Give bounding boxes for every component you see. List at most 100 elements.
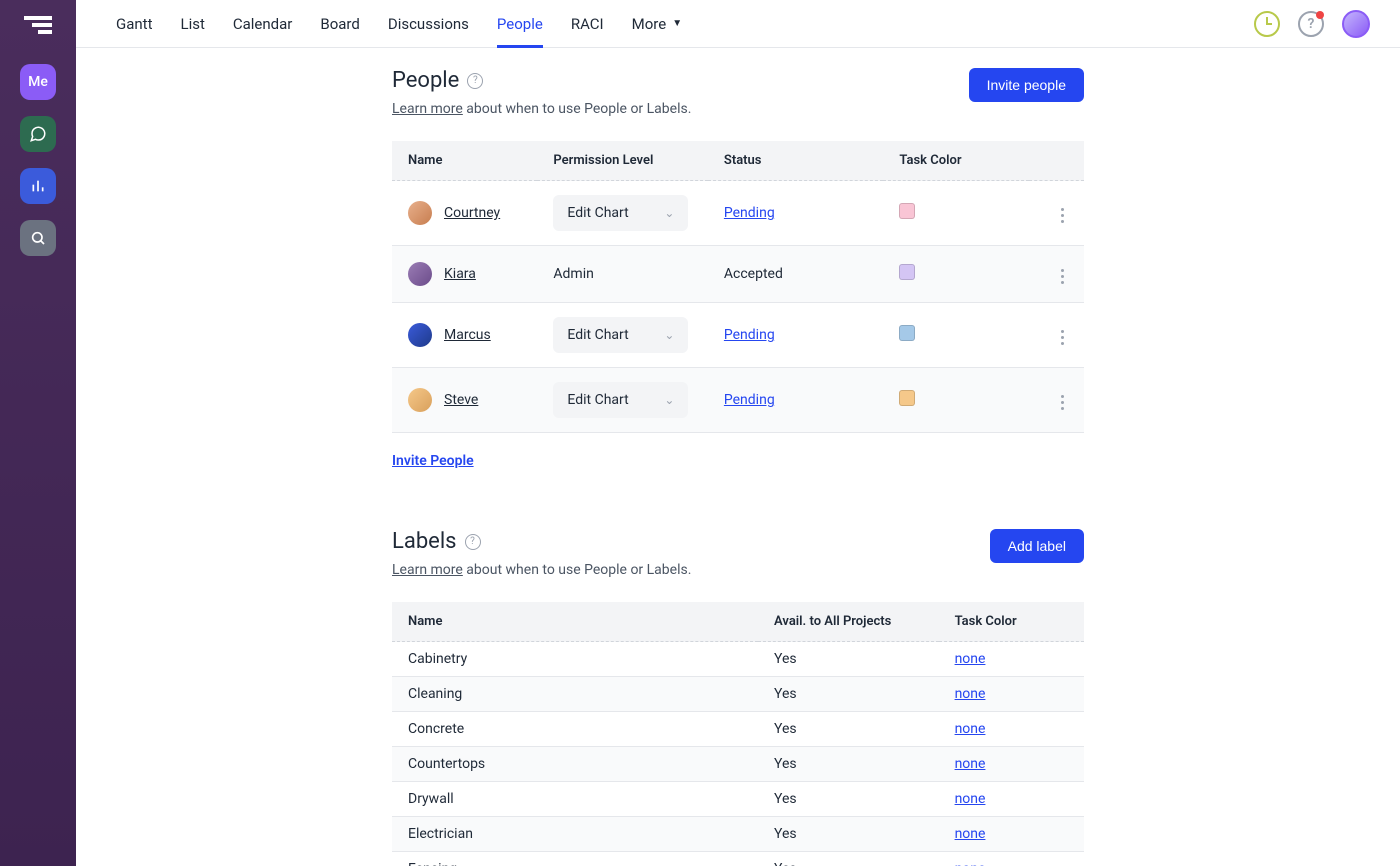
permission-select[interactable]: Edit Chart⌄	[553, 382, 688, 418]
label-avail: Yes	[774, 826, 797, 842]
labels-title: Labels ?	[392, 529, 691, 554]
nav-tab-people[interactable]: People	[497, 0, 543, 47]
label-color-link[interactable]: none	[955, 756, 986, 772]
search-icon	[30, 230, 46, 246]
people-row: Marcus Edit Chart⌄ Pending	[392, 303, 1084, 368]
more-menu-icon[interactable]	[1057, 391, 1068, 414]
task-color-swatch[interactable]	[899, 325, 915, 341]
label-name: Cabinetry	[408, 651, 467, 667]
chevron-down-icon: ⌄	[664, 206, 674, 220]
task-color-swatch[interactable]	[899, 203, 915, 219]
help-icon[interactable]: ?	[1298, 11, 1324, 37]
nav-tab-calendar[interactable]: Calendar	[233, 0, 293, 47]
label-avail: Yes	[774, 721, 797, 737]
label-row: Cleaning Yes none	[392, 677, 1084, 712]
people-row: Courtney Edit Chart⌄ Pending	[392, 181, 1084, 246]
person-avatar[interactable]	[408, 323, 432, 347]
label-name: Cleaning	[408, 686, 462, 702]
label-color-link[interactable]: none	[955, 791, 986, 807]
person-status: Accepted	[724, 266, 783, 282]
person-name-link[interactable]: Kiara	[444, 266, 476, 282]
notification-dot	[1316, 11, 1324, 19]
person-name-link[interactable]: Courtney	[444, 205, 500, 221]
task-color-swatch[interactable]	[899, 264, 915, 280]
person-status[interactable]: Pending	[724, 327, 775, 343]
person-name-link[interactable]: Steve	[444, 392, 478, 408]
label-color-link[interactable]: none	[955, 721, 986, 737]
person-avatar[interactable]	[408, 388, 432, 412]
more-menu-icon[interactable]	[1057, 204, 1068, 227]
label-row: Countertops Yes none	[392, 747, 1084, 782]
sidebar-reports-button[interactable]	[20, 168, 56, 204]
label-avail: Yes	[774, 861, 797, 866]
label-avail: Yes	[774, 651, 797, 667]
invite-people-link[interactable]: Invite People	[392, 453, 474, 469]
label-row: Drywall Yes none	[392, 782, 1084, 817]
label-row: Cabinetry Yes none	[392, 642, 1084, 677]
sidebar-search-button[interactable]	[20, 220, 56, 256]
label-color-link[interactable]: none	[955, 861, 986, 866]
sidebar-me-button[interactable]: Me	[20, 64, 56, 100]
sidebar-chat-button[interactable]	[20, 116, 56, 152]
user-avatar[interactable]	[1342, 10, 1370, 38]
label-row: Fencing Yes none	[392, 852, 1084, 866]
more-menu-icon[interactable]	[1057, 265, 1068, 288]
permission-text: Admin	[553, 256, 593, 292]
labels-help-icon[interactable]: ?	[465, 534, 481, 550]
people-col-header: Status	[708, 141, 884, 181]
chevron-down-icon: ▼	[672, 18, 682, 29]
nav-tab-discussions[interactable]: Discussions	[388, 0, 469, 47]
person-avatar[interactable]	[408, 262, 432, 286]
nav-tab-more[interactable]: More▼	[632, 0, 682, 47]
person-name-link[interactable]: Marcus	[444, 327, 491, 343]
sidebar: Me	[0, 0, 76, 866]
people-help-icon[interactable]: ?	[467, 73, 483, 89]
label-avail: Yes	[774, 756, 797, 772]
people-subtitle: Learn more about when to use People or L…	[392, 101, 691, 117]
people-col-header: Name	[392, 141, 537, 181]
label-avail: Yes	[774, 686, 797, 702]
chevron-down-icon: ⌄	[664, 328, 674, 342]
nav-tab-board[interactable]: Board	[320, 0, 359, 47]
label-name: Electrician	[408, 826, 473, 842]
nav-tab-raci[interactable]: RACI	[571, 0, 604, 47]
label-color-link[interactable]: none	[955, 686, 986, 702]
labels-col-header: Avail. to All Projects	[758, 602, 939, 642]
nav-tab-list[interactable]: List	[180, 0, 204, 47]
permission-select[interactable]: Edit Chart⌄	[553, 195, 688, 231]
people-title: People ?	[392, 68, 691, 93]
app-logo[interactable]	[24, 16, 52, 40]
permission-select[interactable]: Edit Chart⌄	[553, 317, 688, 353]
more-menu-icon[interactable]	[1057, 326, 1068, 349]
people-table: NamePermission LevelStatusTask Color Cou…	[392, 141, 1084, 433]
top-nav: Gantt List Calendar Board Discussions People R…	[76, 0, 1400, 48]
task-color-swatch[interactable]	[899, 390, 915, 406]
recent-icon[interactable]	[1254, 11, 1280, 37]
person-avatar[interactable]	[408, 201, 432, 225]
labels-learn-more-link[interactable]: Learn more	[392, 562, 463, 578]
person-status[interactable]: Pending	[724, 392, 775, 408]
chevron-down-icon: ⌄	[664, 393, 674, 407]
people-row: Kiara Admin Accepted	[392, 246, 1084, 303]
people-learn-more-link[interactable]: Learn more	[392, 101, 463, 117]
label-color-link[interactable]: none	[955, 651, 986, 667]
labels-subtitle: Learn more about when to use People or L…	[392, 562, 691, 578]
person-status[interactable]: Pending	[724, 205, 775, 221]
label-row: Concrete Yes none	[392, 712, 1084, 747]
invite-people-button[interactable]: Invite people	[969, 68, 1084, 102]
bar-chart-icon	[30, 178, 46, 194]
labels-col-header: Name	[392, 602, 758, 642]
nav-tab-gantt[interactable]: Gantt	[116, 0, 152, 47]
label-name: Concrete	[408, 721, 464, 737]
label-avail: Yes	[774, 791, 797, 807]
label-name: Drywall	[408, 791, 454, 807]
labels-col-header: Task Color	[939, 602, 1084, 642]
label-name: Countertops	[408, 756, 485, 772]
label-row: Electrician Yes none	[392, 817, 1084, 852]
label-name: Fencing	[408, 861, 457, 866]
people-col-header: Permission Level	[537, 141, 707, 181]
people-col-header: Task Color	[883, 141, 1028, 181]
labels-table: NameAvail. to All ProjectsTask Color Cab…	[392, 602, 1084, 866]
add-label-button[interactable]: Add label	[990, 529, 1084, 563]
label-color-link[interactable]: none	[955, 826, 986, 842]
